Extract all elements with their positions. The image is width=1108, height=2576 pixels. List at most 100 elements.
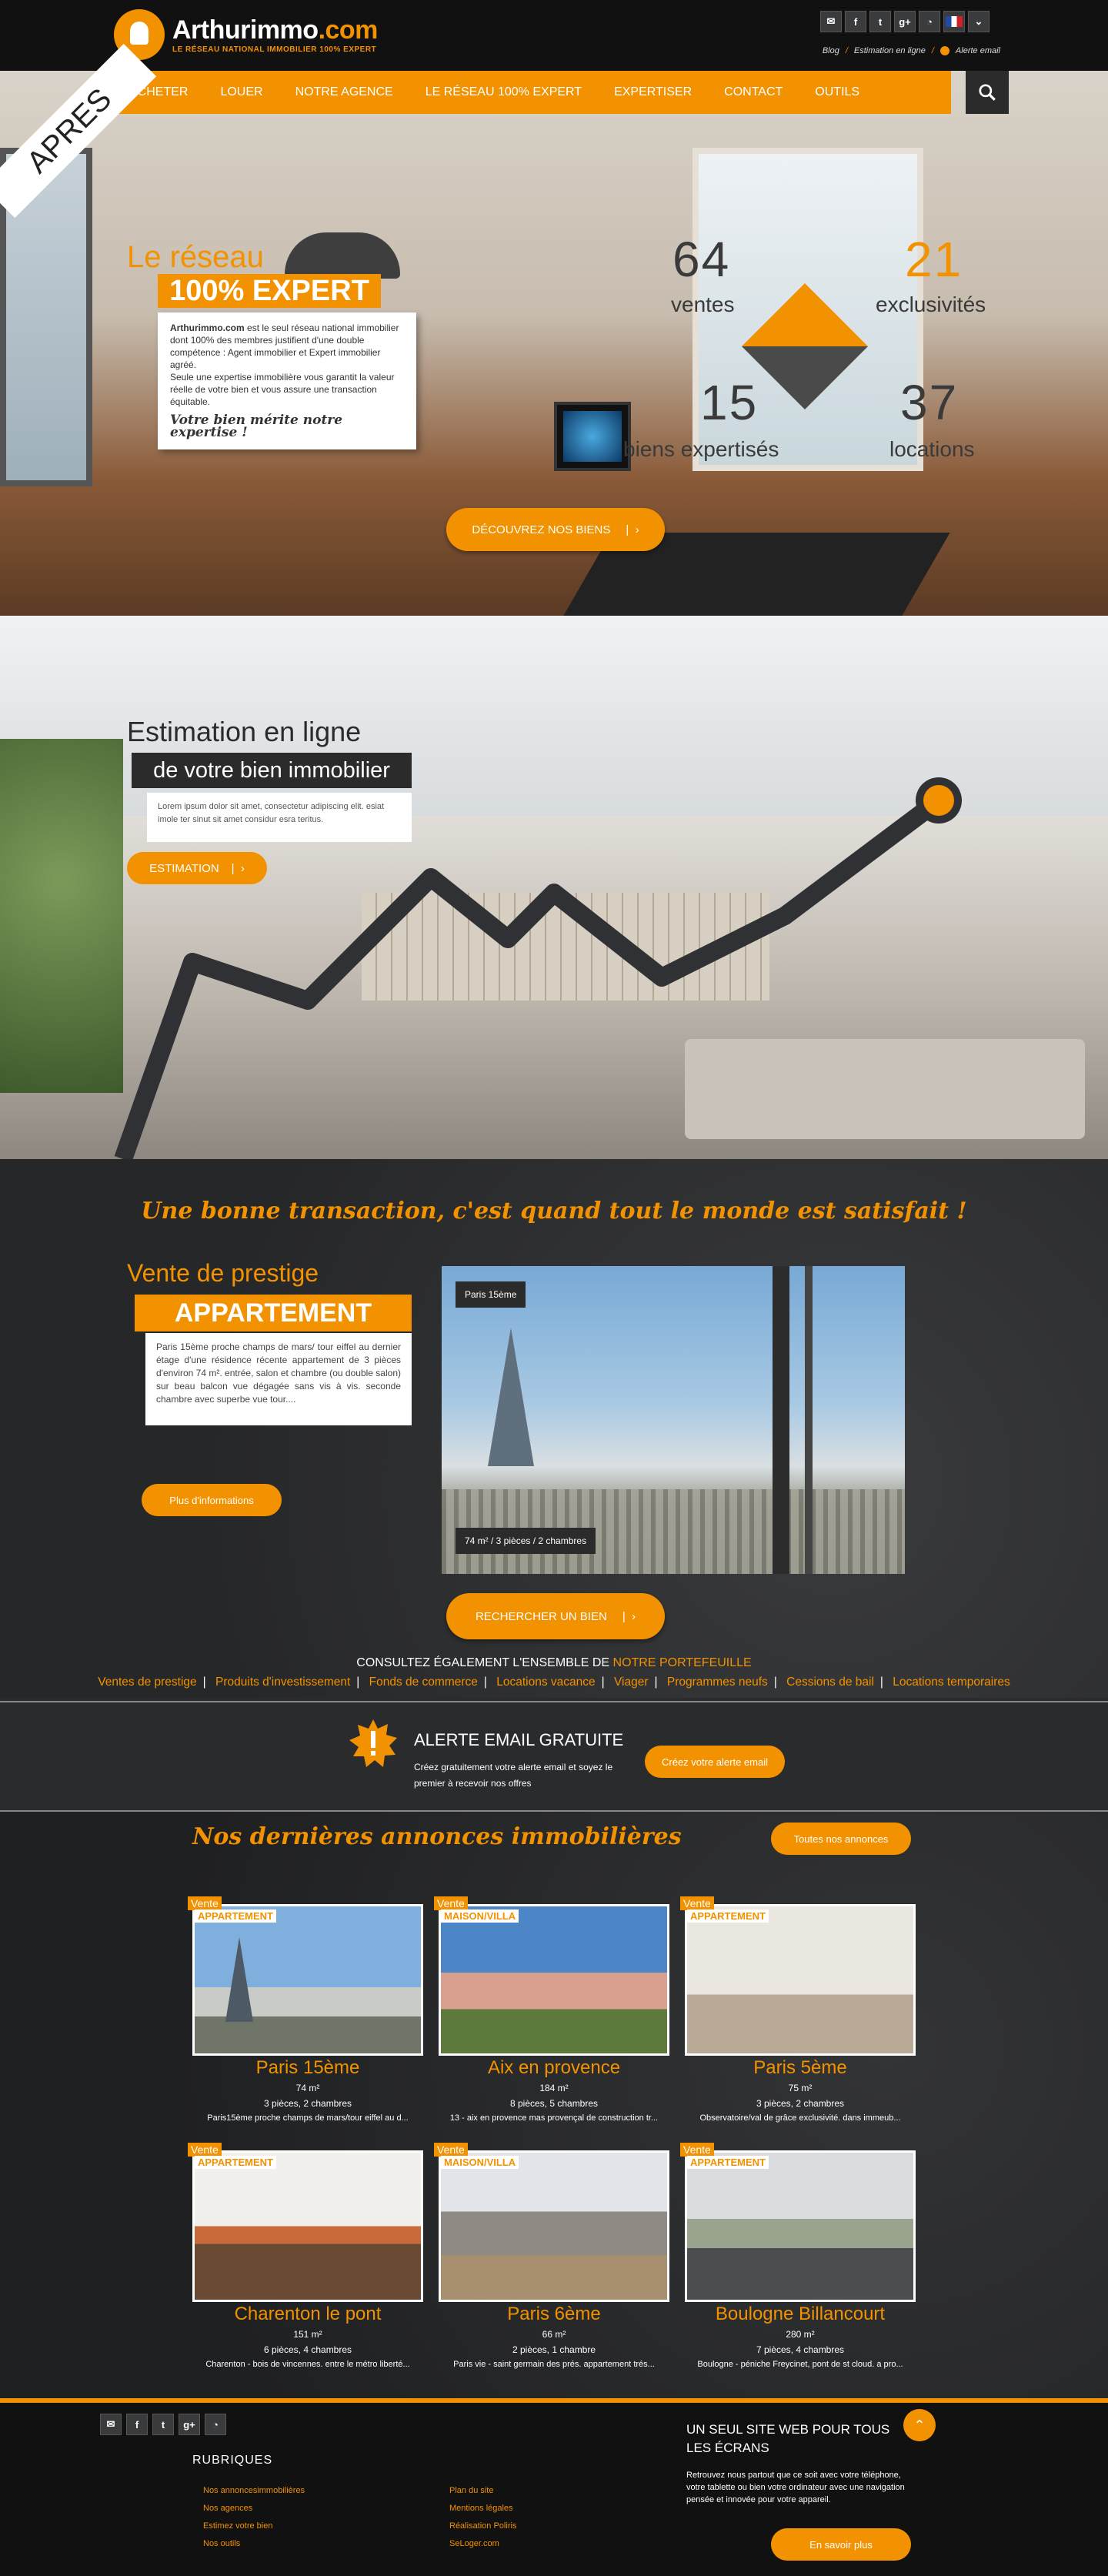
footer-link[interactable]: Mentions légales [449,2504,513,2513]
listing-tag: Vente [680,2143,714,2157]
prestige-photo[interactable]: Paris 15ème 74 m² / 3 pièces / 2 chambre… [442,1266,905,1574]
listing-rooms: 8 pièces, 5 chambres [509,2098,599,2109]
hero-banner-estimation [0,616,1108,1159]
logo-name: Arthurimmo [172,15,319,45]
listing-rooms: 7 pièces, 4 chambres [756,2344,845,2355]
category-link[interactable]: Ventes de prestige [98,1676,196,1689]
listing-desc: Paris15ème proche champs de mars/tour ei… [207,2113,409,2123]
back-to-top-button[interactable]: ⌃ [903,2409,936,2441]
twitter-icon[interactable]: t [869,11,891,32]
reseau-subtitle: 100% EXPERT [158,274,381,308]
listing-card[interactable]: Vente APPARTEMENT Paris 5ème 75 m² 3 piè… [680,1896,916,2135]
listing-type: APPARTEMENT [195,1909,276,1923]
listing-card[interactable]: Vente MAISON/VILLA Paris 6ème 66 m² 2 pi… [434,2143,669,2381]
listing-card[interactable]: Vente APPARTEMENT Boulogne Billancourt 2… [680,2143,916,2381]
create-alert-button[interactable]: Créez votre alerte email [645,1746,785,1778]
reseau-signature: Votre bien mérite notre expertise ! [170,413,343,440]
listing-city: Boulogne Billancourt [715,2304,886,2324]
nav-notre-agence[interactable]: NOTRE AGENCE [295,85,393,99]
listing-rooms: 3 pièces, 2 chambres [263,2098,352,2109]
language-dropdown-icon[interactable]: ⌄ [968,11,990,32]
logo-tagline: LE RÉSEAU NATIONAL IMMOBILIER 100% EXPER… [172,45,377,54]
facebook-icon[interactable]: f [845,11,866,32]
reseau-text-2: Seule une expertise immobilière vous gar… [170,372,395,407]
listing-photo: MAISON/VILLA [439,1904,669,2056]
all-listings-button[interactable]: Toutes nos annonces [771,1823,911,1855]
logo[interactable]: Arthurimmo.com LE RÉSEAU NATIONAL IMMOBI… [114,9,378,60]
estimation-subtitle: de votre bien immobilier [132,753,412,788]
email-icon[interactable]: ✉ [100,2414,122,2435]
portfolio-link[interactable]: NOTRE PORTEFEUILLE [613,1656,752,1669]
category-link[interactable]: Locations temporaires [893,1676,1010,1689]
social-links: ✉ f t g+ ◔ ⌄ [820,11,990,32]
learn-more-button[interactable]: En savoir plus [771,2528,911,2561]
category-link[interactable]: Fonds de commerce [369,1676,478,1689]
alert-email-link[interactable]: Alerte email [956,46,1000,55]
footer-link[interactable]: Réalisation Poliris [449,2521,516,2531]
listing-rooms: 6 pièces, 4 chambres [263,2344,352,2355]
footer-links-col1: Nos annoncesimmobilières Nos agences Est… [203,2482,305,2553]
category-link[interactable]: Programmes neufs [667,1676,768,1689]
search-button[interactable] [966,71,1009,114]
footer-social-links: ✉ f t g+ ◔ [100,2414,226,2435]
alert-burst-icon [349,1719,397,1767]
alert-email-band: ALERTE EMAIL GRATUITE Créez gratuitement… [0,1701,1108,1812]
listing-city: Paris 6ème [507,2304,601,2324]
category-link[interactable]: Cessions de bail [786,1676,874,1689]
estimation-button-label: ESTIMATION [149,861,219,875]
prestige-subtitle: APPARTEMENT [135,1295,412,1331]
responsive-site-title: UN SEUL SITE WEB POUR TOUS LES ÉCRANS [686,2422,890,2455]
email-icon[interactable]: ✉ [820,11,842,32]
nav-outils[interactable]: OUTILS [815,85,859,99]
estimation-link[interactable]: Estimation en ligne [854,46,926,55]
listing-type: APPARTEMENT [195,2156,276,2169]
footer-link[interactable]: SeLoger.com [449,2539,499,2548]
search-property-button[interactable]: RECHERCHER UN BIEN | › [446,1593,665,1639]
discover-properties-button[interactable]: DÉCOUVREZ NOS BIENS | › [446,508,665,551]
estimation-block: Estimation en ligne de votre bien immobi… [127,716,412,842]
footer-link[interactable]: Plan du site [449,2486,493,2495]
stat-expertises-value: 15 [700,375,759,430]
stat-ventes-label: ventes [671,292,735,316]
stat-exclusivites-label: exclusivités [876,292,986,316]
nav-reseau[interactable]: LE RÉSEAU 100% EXPERT [426,85,582,99]
footer-link[interactable]: Estimez votre bien [203,2521,272,2531]
nav-contact[interactable]: CONTACT [724,85,783,99]
footer-link[interactable]: Nos annoncesimmobilières [203,2486,305,2495]
more-info-button[interactable]: Plus d'informations [142,1484,282,1516]
alert-text: Créez gratuitement votre alerte email et… [414,1762,613,1789]
twitter-icon[interactable]: t [152,2414,174,2435]
facebook-icon[interactable]: f [126,2414,148,2435]
google-plus-icon[interactable]: g+ [894,11,916,32]
rss-icon[interactable]: ◔ [919,11,940,32]
listing-type: APPARTEMENT [687,2156,769,2169]
listing-area: 184 m² [539,2083,569,2093]
listing-tag: Vente [434,1896,468,1910]
listing-area: 66 m² [542,2329,566,2340]
listing-card[interactable]: Vente APPARTEMENT Paris 15ème 74 m² 3 pi… [188,1896,423,2135]
listing-tag: Vente [680,1896,714,1910]
estimation-text: Lorem ipsum dolor sit amet, consectetur … [147,793,412,842]
listing-type: MAISON/VILLA [441,2156,519,2169]
category-link[interactable]: Viager [614,1676,649,1689]
listing-card[interactable]: Vente MAISON/VILLA Aix en provence 184 m… [434,1896,669,2135]
listing-desc: Boulogne - péniche Freycinet, pont de st… [697,2360,903,2369]
footer-link[interactable]: Nos outils [203,2539,240,2548]
google-plus-icon[interactable]: g+ [179,2414,200,2435]
nav-louer[interactable]: LOUER [220,85,262,99]
category-link[interactable]: Locations vacance [496,1676,595,1689]
blog-link[interactable]: Blog [823,46,839,55]
listing-area: 74 m² [295,2083,320,2093]
listing-photo: MAISON/VILLA [439,2150,669,2302]
nav-expertiser[interactable]: EXPERTISER [614,85,692,99]
listing-desc: Charenton - bois de vincennes. entre le … [205,2360,410,2369]
footer-link[interactable]: Nos agences [203,2504,252,2513]
listing-photo: APPARTEMENT [192,1904,423,2056]
rss-icon[interactable]: ◔ [205,2414,226,2435]
listing-card[interactable]: Vente APPARTEMENT Charenton le pont 151 … [188,2143,423,2381]
estimation-title: Estimation en ligne [127,716,362,747]
footer-links-col2: Plan du site Mentions légales Réalisatio… [449,2482,516,2553]
language-flag-icon[interactable] [943,11,965,32]
estimation-button[interactable]: ESTIMATION | › [127,852,267,884]
category-link[interactable]: Produits d'investissement [215,1676,350,1689]
